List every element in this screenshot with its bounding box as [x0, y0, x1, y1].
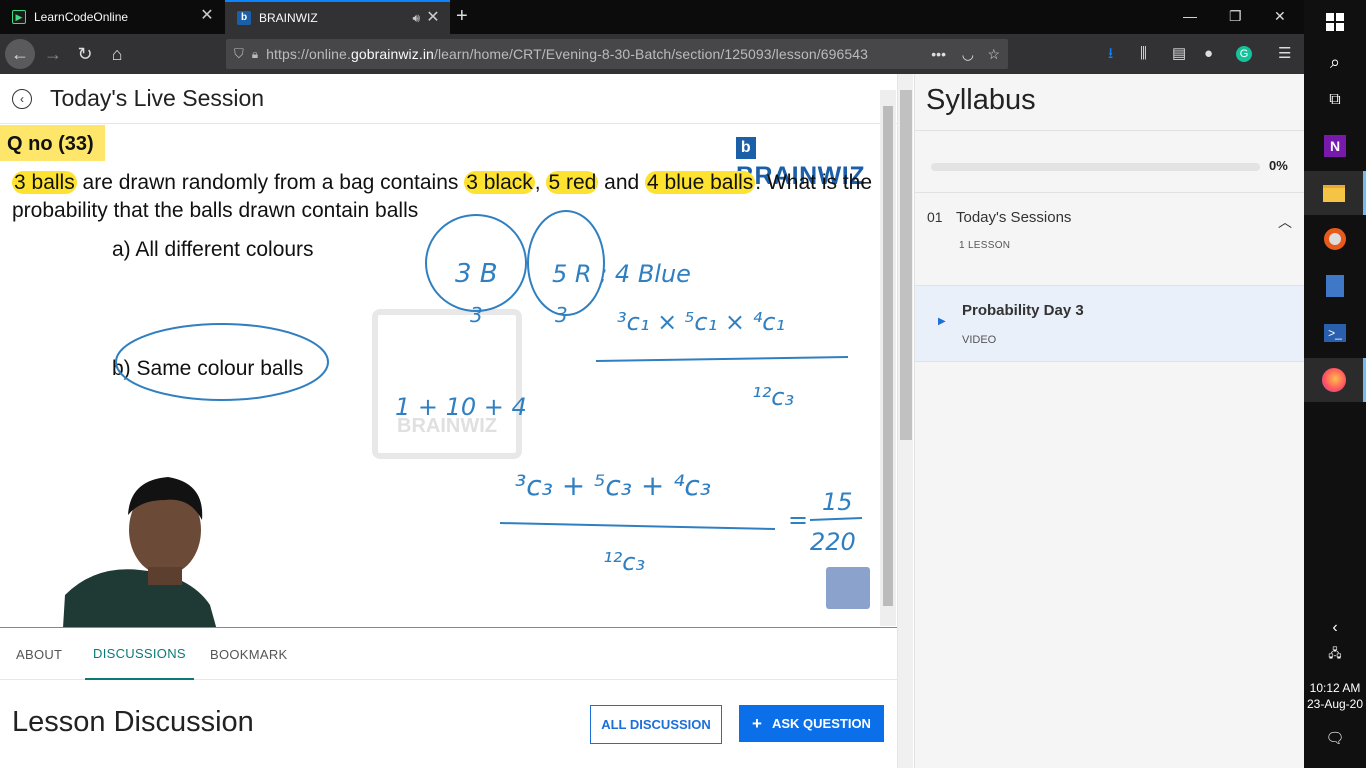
- pocket-icon[interactable]: ◡: [962, 46, 974, 63]
- note-3b2: 3: [555, 303, 568, 327]
- note-5r: 5 R ; 4 Blue: [552, 260, 691, 288]
- tab-learncodeonline[interactable]: ▶ LearnCodeOnline ✕: [0, 0, 224, 34]
- ask-question-label: ASK QUESTION: [771, 716, 871, 731]
- new-tab-icon[interactable]: +: [456, 6, 468, 26]
- syllabus-heading: Syllabus: [926, 84, 1036, 116]
- url-bar[interactable]: ⛉ 🔒︎ https://online.gobrainwiz.in/learn/…: [226, 39, 1008, 69]
- close-icon[interactable]: ✕: [426, 10, 440, 26]
- sidebar-icon[interactable]: ▤: [1172, 46, 1186, 62]
- main-content: ‹ Today's Live Session Q no (33) bBRAINW…: [0, 74, 897, 768]
- section-number: 01: [927, 209, 943, 225]
- media-player-icon[interactable]: [1304, 217, 1366, 261]
- reload-icon[interactable]: ↻: [70, 39, 100, 69]
- video-scrollbar[interactable]: [880, 90, 896, 626]
- section-lesson-count: 1 LESSON: [959, 240, 1011, 251]
- task-view-icon[interactable]: ⧉: [1304, 78, 1366, 122]
- grammarly-icon[interactable]: G: [1236, 46, 1252, 62]
- tab-title: LearnCodeOnline: [34, 10, 129, 24]
- browser-tab-bar: ▶ LearnCodeOnline ✕ b BRAINWIZ 🔊︎ ✕ + — …: [0, 0, 1304, 34]
- page-actions-icon[interactable]: •••: [931, 46, 946, 62]
- bookmark-star-icon[interactable]: ☆: [987, 46, 1000, 63]
- maximize-icon[interactable]: ❐: [1229, 8, 1242, 25]
- all-discussion-button[interactable]: ALL DISCUSSION: [590, 705, 722, 744]
- lesson-type: VIDEO: [962, 334, 997, 346]
- download-icon[interactable]: ⭳: [1108, 46, 1113, 62]
- page-header: ‹ Today's Live Session: [0, 74, 897, 124]
- powershell-icon[interactable]: >_: [1304, 311, 1366, 355]
- corner-logo-icon: [826, 567, 870, 609]
- system-clock[interactable]: 10:12 AM 23-Aug-20: [1304, 680, 1366, 712]
- annotation-circle-option-b: [115, 323, 329, 401]
- fraction-line-2: [499, 522, 776, 530]
- close-window-icon[interactable]: ✕: [1274, 8, 1286, 25]
- note-eq: =: [788, 506, 808, 534]
- divider: [915, 192, 1305, 193]
- progress-bar: [931, 163, 1260, 171]
- clock-date: 23-Aug-20: [1306, 697, 1364, 711]
- chevron-up-icon[interactable]: ︿: [1278, 212, 1292, 232]
- divider: [915, 130, 1305, 131]
- library-icon[interactable]: ⫼: [1140, 46, 1147, 62]
- tab-brainwiz[interactable]: b BRAINWIZ 🔊︎ ✕: [225, 0, 450, 34]
- file-explorer-icon[interactable]: [1304, 171, 1366, 215]
- note-3: 3: [470, 303, 483, 327]
- url-text[interactable]: https://online.gobrainwiz.in/learn/home/…: [266, 46, 868, 62]
- note-3b: 3 B: [455, 259, 498, 289]
- lock-icon[interactable]: 🔒︎: [252, 47, 258, 62]
- note-sum2: ³c₃ + ⁵c₃ + ⁴c₃: [515, 469, 711, 502]
- tab-title: BRAINWIZ: [259, 11, 318, 25]
- onenote-icon[interactable]: N: [1304, 124, 1366, 168]
- syllabus-panel: Syllabus 0% 01 Today's Sessions 1 LESSON…: [914, 74, 1305, 768]
- lesson-tabs: ABOUT DISCUSSIONS BOOKMARK: [0, 627, 897, 680]
- speaker-icon[interactable]: 🔊︎: [412, 11, 420, 26]
- shield-icon[interactable]: ⛉: [234, 46, 244, 62]
- page-scrollbar[interactable]: [897, 74, 913, 768]
- clock-time: 10:12 AM: [1309, 681, 1361, 695]
- plus-icon: +: [752, 713, 762, 733]
- section-title[interactable]: Today's Sessions: [956, 209, 1071, 226]
- lesson-item[interactable]: ▶ Probability Day 3 VIDEO: [915, 285, 1305, 362]
- note-12c3b: ¹²c₃: [603, 548, 645, 576]
- note-sum: 1 + 10 + 4: [395, 393, 527, 421]
- note-product: ³c₁ × ⁵c₁ × ⁴c₁: [617, 308, 785, 336]
- lesson-title: Probability Day 3: [962, 302, 1084, 319]
- page-scrollbar-thumb[interactable]: [900, 90, 912, 440]
- back-circle-icon[interactable]: ‹: [12, 88, 32, 109]
- note-220: 220: [810, 528, 856, 556]
- note-15: 15: [822, 488, 853, 516]
- fraction-line-3: [809, 517, 863, 521]
- windows-taskbar: ⌕ ⧉ N >_ ‹ 🖧︎ 10:12 AM 23-Aug-20 🗨︎: [1304, 0, 1366, 768]
- play-icon: ▶: [938, 316, 946, 327]
- forward-arrow-icon[interactable]: →: [38, 39, 68, 69]
- browser-nav-bar: ← → ↻ ⌂ ⛉ 🔒︎ https://online.gobrainwiz.i…: [0, 34, 1304, 74]
- ask-question-button[interactable]: + ASK QUESTION: [739, 705, 884, 742]
- back-arrow-icon[interactable]: ←: [5, 39, 35, 69]
- windows-start-icon[interactable]: [1304, 0, 1366, 44]
- network-icon[interactable]: 🖧︎: [1304, 632, 1366, 676]
- presenter-video-image: [40, 475, 240, 627]
- video-scrollbar-thumb[interactable]: [883, 106, 893, 606]
- video-player[interactable]: Q no (33) bBRAINWIZ 3 balls are drawn ra…: [0, 125, 880, 627]
- notifications-icon[interactable]: 🗨︎: [1304, 716, 1366, 760]
- firefox-icon[interactable]: [1304, 358, 1366, 402]
- tab-discussions[interactable]: DISCUSSIONS: [85, 628, 194, 680]
- learncodeonline-favicon-icon: ▶: [12, 10, 26, 24]
- progress-percent: 0%: [1269, 158, 1288, 173]
- account-icon[interactable]: ●: [1204, 46, 1213, 62]
- minimize-icon[interactable]: —: [1183, 8, 1197, 24]
- page-title: Today's Live Session: [50, 85, 265, 111]
- tab-about[interactable]: ABOUT: [16, 628, 62, 680]
- menu-icon[interactable]: ☰: [1278, 46, 1291, 62]
- home-icon[interactable]: ⌂: [102, 39, 132, 69]
- calculator-icon[interactable]: [1304, 264, 1366, 308]
- tab-bookmark[interactable]: BOOKMARK: [210, 628, 288, 680]
- fraction-line-1: [595, 356, 849, 362]
- close-icon[interactable]: ✕: [200, 8, 214, 24]
- discussion-heading: Lesson Discussion: [12, 706, 254, 738]
- brainwiz-favicon-icon: b: [237, 11, 251, 25]
- note-12c3: ¹²c₃: [752, 383, 794, 411]
